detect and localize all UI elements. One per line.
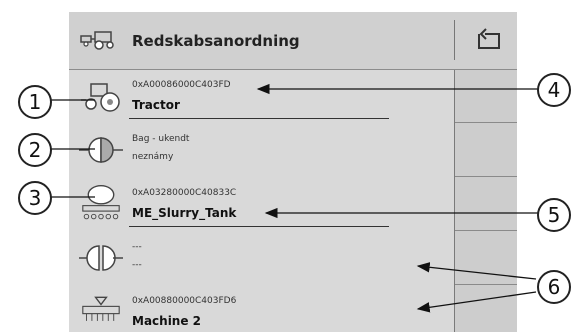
callout-leaders: [50, 83, 538, 313]
callout-6: 6: [537, 270, 571, 304]
callout-4: 4: [537, 73, 571, 107]
callout-2: 2: [18, 133, 52, 167]
callout-3: 3: [18, 181, 52, 215]
callout-1: 1: [18, 85, 52, 119]
callout-5: 5: [537, 198, 571, 232]
